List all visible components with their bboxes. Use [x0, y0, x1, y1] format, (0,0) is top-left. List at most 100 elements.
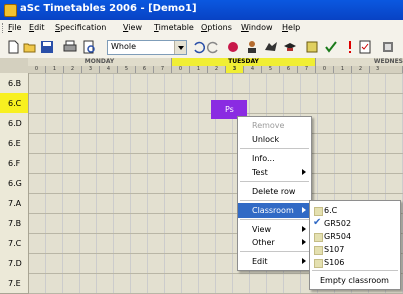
period-header: 0	[28, 66, 46, 73]
menu-edit[interactable]: Edit	[29, 23, 45, 32]
view-select-value: Whole	[111, 42, 137, 51]
menu-item-label: Remove	[252, 121, 285, 130]
row-label-text: 6.C	[8, 99, 22, 108]
row-label[interactable]: 7.B	[0, 213, 29, 234]
period-header: 5	[118, 66, 136, 73]
menu-item-test[interactable]: Test	[238, 165, 311, 180]
period-header-current: 3	[226, 66, 244, 73]
menu-item-label: Test	[252, 168, 268, 177]
menu-view[interactable]: View	[123, 23, 142, 32]
check-icon[interactable]	[324, 40, 338, 54]
print-preview-icon[interactable]	[82, 40, 96, 54]
new-icon[interactable]	[6, 40, 20, 54]
color-icon[interactable]	[226, 40, 240, 54]
period-header: 6	[280, 66, 298, 73]
empty-classroom-option[interactable]: Empty classroom	[310, 273, 400, 288]
row-label-selected[interactable]: 6.C	[0, 93, 29, 114]
period-header: 0	[172, 66, 190, 73]
menu-separator	[240, 181, 309, 182]
menu-item-delete-row[interactable]: Delete row	[238, 184, 311, 199]
classroom-icon[interactable]	[305, 40, 319, 54]
classroom-option-label: S106	[324, 258, 345, 267]
row-label-text: 6.D	[8, 119, 22, 128]
period-header: 2	[208, 66, 226, 73]
menu-separator	[240, 200, 309, 201]
open-icon[interactable]	[23, 40, 37, 54]
row-label-text: 7.C	[8, 239, 22, 248]
menu-separator	[312, 270, 398, 271]
classroom-option[interactable]: S106	[310, 255, 400, 270]
menu-item-label: View	[252, 225, 271, 234]
checkmark-icon: ✔	[313, 217, 322, 228]
submenu-arrow-icon	[302, 226, 306, 232]
row-label[interactable]: 6.D	[0, 113, 29, 134]
row-label-text: 7.A	[8, 199, 22, 208]
row-label[interactable]: 7.C	[0, 233, 29, 254]
menu-separator	[240, 219, 309, 220]
menu-item-classroom[interactable]: Classroom	[238, 203, 311, 218]
row-label-text: 7.E	[8, 279, 21, 288]
menu-separator	[240, 148, 309, 149]
submenu-arrow-icon	[302, 239, 306, 245]
period-header: 1	[190, 66, 208, 73]
menu-options[interactable]: Options	[201, 23, 232, 32]
menu-window[interactable]: Window	[241, 23, 273, 32]
period-header: 7	[154, 66, 172, 73]
report-icon[interactable]	[358, 40, 372, 54]
menu-separator	[240, 251, 309, 252]
row-label[interactable]: 6.E	[0, 133, 29, 154]
warning-icon[interactable]	[343, 40, 357, 54]
period-header: 4	[244, 66, 262, 73]
row-label[interactable]: 6.G	[0, 173, 29, 194]
classroom-option-label: GR502	[324, 219, 352, 228]
app-icon	[4, 4, 17, 17]
row-label[interactable]: 6.B	[0, 73, 29, 94]
classroom-icon	[314, 246, 323, 255]
hat-icon[interactable]	[283, 40, 297, 54]
period-header: 5	[262, 66, 280, 73]
menu-item-remove[interactable]: Remove	[238, 118, 311, 133]
toolbar: Whole	[0, 36, 403, 59]
period-header: 7	[298, 66, 316, 73]
undo-icon[interactable]	[191, 40, 205, 54]
corner-cell	[0, 58, 29, 73]
menu-item-other[interactable]: Other	[238, 235, 311, 250]
period-header: 2	[64, 66, 82, 73]
classroom-option-label: 6.C	[324, 206, 338, 215]
row-label[interactable]: 7.A	[0, 193, 29, 214]
save-icon[interactable]	[40, 40, 54, 54]
classroom-submenu: 6.C ✔ GR502 GR504 S107 S106 Empty classro…	[309, 200, 401, 290]
menu-item-edit[interactable]: Edit	[238, 254, 311, 269]
menu-bar: File Edit Specification View Timetable O…	[0, 20, 403, 36]
chevron-down-icon[interactable]	[174, 41, 186, 54]
view-select[interactable]: Whole	[107, 40, 187, 55]
classroom-option-label: GR504	[324, 232, 352, 241]
context-menu: Remove Unlock Info... Test Delete row Cl…	[237, 116, 312, 271]
row-label[interactable]: 7.E	[0, 273, 29, 294]
teacher-icon[interactable]	[245, 40, 259, 54]
menu-item-unlock[interactable]: Unlock	[238, 132, 311, 147]
row-label-text: 6.G	[8, 179, 22, 188]
row-label[interactable]: 7.D	[0, 253, 29, 274]
menu-file[interactable]: File	[8, 23, 21, 32]
classroom-icon	[314, 207, 323, 216]
row-label-text: 6.F	[8, 159, 21, 168]
submenu-arrow-icon	[302, 169, 306, 175]
menu-item-label: Other	[252, 238, 275, 247]
period-header: 3	[82, 66, 100, 73]
row-label-text: 7.B	[8, 219, 22, 228]
print-icon[interactable]	[63, 40, 77, 54]
redo-icon[interactable]	[207, 40, 221, 54]
classroom-icon	[314, 233, 323, 242]
menu-specification[interactable]: Specification	[55, 23, 106, 32]
wolf-icon[interactable]	[264, 40, 278, 54]
menu-timetable[interactable]: Timetable	[154, 23, 194, 32]
menu-grip	[2, 23, 5, 33]
settings-icon[interactable]	[381, 40, 395, 54]
submenu-arrow-icon	[302, 207, 306, 213]
menu-item-info[interactable]: Info...	[238, 151, 311, 166]
row-label-text: 6.B	[8, 79, 22, 88]
day-header-wednesday: WEDNES	[316, 58, 403, 66]
menu-help[interactable]: Help	[282, 23, 300, 32]
row-label[interactable]: 6.F	[0, 153, 29, 174]
